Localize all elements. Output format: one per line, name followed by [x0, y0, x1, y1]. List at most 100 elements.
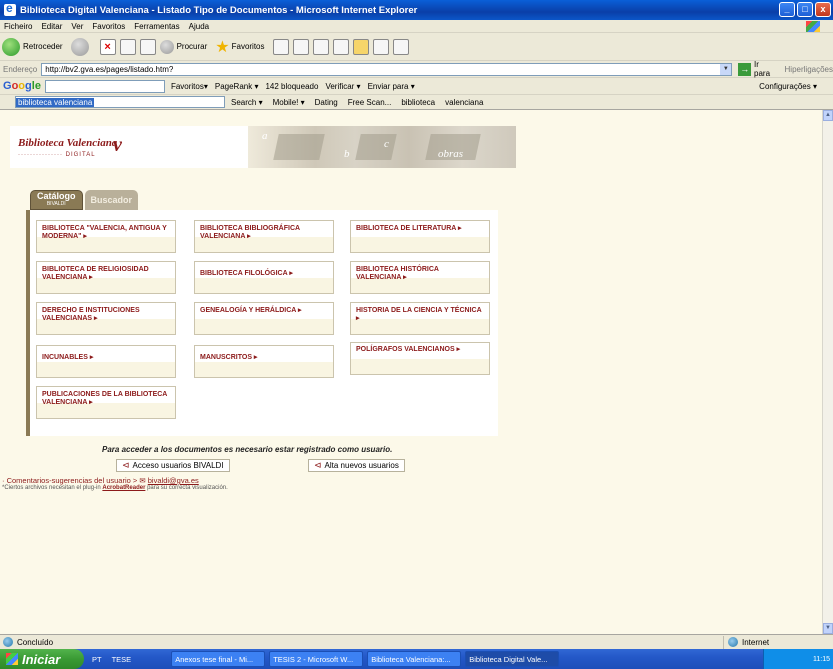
- category-incunables[interactable]: INCUNABLES: [36, 345, 176, 378]
- google-spellcheck[interactable]: Verificar ▾: [325, 82, 360, 91]
- toolbar-term-biblioteca[interactable]: biblioteca: [401, 98, 435, 107]
- category-publicaciones-biblioteca[interactable]: PUBLICACIONES DE LA BIBLIOTECA VALENCIAN…: [36, 386, 176, 419]
- task-biblioteca-digital[interactable]: Biblioteca Digital Vale...: [465, 651, 560, 667]
- status-bar: Concluído Internet: [0, 634, 833, 649]
- menu-tools[interactable]: Ferramentas: [134, 22, 179, 31]
- register-users-label: Alta nuevos usuarios: [324, 461, 399, 470]
- category-religiosidad-valenciana[interactable]: BIBLIOTECA DE RELIGIOSIDAD VALENCIANA: [36, 261, 176, 294]
- research-icon[interactable]: [392, 38, 409, 55]
- tab-search[interactable]: Buscador: [84, 190, 139, 210]
- google-toolbar: Google Favoritos▾ PageRank ▾ 142 bloquea…: [0, 78, 833, 95]
- toolbar-mobile[interactable]: Mobile! ▾: [273, 98, 305, 107]
- toolbar-term-valenciana[interactable]: valenciana: [445, 98, 483, 107]
- plugin-note: *Ciertos archivos necesitan el plug-in A…: [2, 485, 228, 491]
- address-dropdown-icon[interactable]: ▼: [720, 63, 732, 75]
- vertical-scrollbar[interactable]: ▲ ▼: [822, 110, 833, 634]
- minimize-button[interactable]: _: [779, 2, 795, 17]
- messenger-icon[interactable]: [372, 38, 389, 55]
- menu-view[interactable]: Ver: [71, 22, 83, 31]
- internet-globe-icon: [728, 637, 738, 647]
- category-panel: BIBLIOTECA "VALENCIA, ANTIGUA Y MODERNA"…: [26, 210, 498, 436]
- toolbar-search-text: biblioteca valenciana: [16, 97, 95, 107]
- access-users-button[interactable]: ⊲ Acceso usuarios BIVALDI: [116, 459, 230, 472]
- banner-letter-c: c: [384, 138, 389, 150]
- favorites-star-icon: ★: [215, 38, 230, 56]
- banner-shape: [355, 134, 397, 160]
- google-pagerank[interactable]: PageRank ▾: [215, 82, 259, 91]
- menu-help[interactable]: Ajuda: [189, 22, 209, 31]
- go-arrow-icon[interactable]: →: [738, 62, 752, 76]
- banner-shape: [273, 134, 325, 160]
- links-label[interactable]: Hiperligações: [785, 65, 833, 74]
- site-logo-subtitle: ··············· DIGITAL: [18, 152, 96, 158]
- category-historia-ciencia-tecnica[interactable]: HISTORIA DE LA CIENCIA Y TÉCNICA: [350, 302, 490, 335]
- start-button[interactable]: Iniciar: [0, 649, 84, 669]
- search-button[interactable]: Procurar: [159, 39, 207, 54]
- google-logo[interactable]: Google: [3, 80, 41, 92]
- quick-launch-pt[interactable]: PT: [92, 655, 102, 664]
- mail-icon: ✉: [139, 476, 146, 485]
- category-manuscritos[interactable]: MANUSCRITOS: [194, 345, 334, 378]
- print-icon[interactable]: [312, 38, 329, 55]
- site-logo-title[interactable]: Biblioteca Valenciana: [18, 137, 117, 149]
- task-anexos-tese[interactable]: Anexos tese final - Mi...: [171, 651, 266, 667]
- back-button[interactable]: Retroceder: [2, 37, 63, 56]
- category-historica-valenciana[interactable]: BIBLIOTECA HISTÓRICA VALENCIANA: [350, 261, 490, 294]
- start-label: Iniciar: [22, 651, 61, 667]
- quick-launch-tese[interactable]: TESE: [112, 655, 132, 664]
- scroll-up-icon[interactable]: ▲: [823, 110, 833, 121]
- comments-email-link[interactable]: bivaldi@gva.es: [148, 476, 199, 485]
- go-button[interactable]: Ir para: [754, 60, 777, 78]
- close-button[interactable]: x: [815, 2, 831, 17]
- menu-favorites[interactable]: Favoritos: [92, 22, 125, 31]
- clock[interactable]: 11:15: [813, 656, 830, 663]
- category-poligrafos-valencianos[interactable]: POLÍGRAFOS VALENCIANOS: [350, 342, 490, 375]
- folder-icon[interactable]: [352, 38, 369, 55]
- task-tesis-2[interactable]: TESIS 2 - Microsoft W...: [269, 651, 364, 667]
- site-logo-mark: v: [113, 134, 122, 156]
- search-icon: [159, 39, 174, 54]
- category-bibliografica-valenciana[interactable]: BIBLIOTECA BIBLIOGRÁFICA VALENCIANA: [194, 220, 334, 253]
- menu-edit[interactable]: Editar: [41, 22, 62, 31]
- google-send-to[interactable]: Enviar para ▾: [368, 82, 415, 91]
- menu-file[interactable]: Ficheiro: [4, 22, 32, 31]
- window-controls: _ □ x: [779, 2, 831, 17]
- favorites-button[interactable]: ★ Favoritos: [215, 37, 264, 57]
- category-derecho-instituciones[interactable]: DERECHO E INSTITUCIONES VALENCIANAS: [36, 302, 176, 335]
- google-settings[interactable]: Configurações ▾: [759, 82, 817, 91]
- google-search-input[interactable]: [44, 79, 165, 93]
- refresh-icon[interactable]: [119, 38, 136, 55]
- category-filologica[interactable]: BIBLIOTECA FILOLÓGICA: [194, 261, 334, 294]
- stop-icon[interactable]: ×: [99, 38, 116, 55]
- home-icon[interactable]: [139, 38, 156, 55]
- ie-icon: [4, 1, 16, 16]
- register-users-button[interactable]: ⊲ Alta nuevos usuarios: [308, 459, 405, 472]
- banner-word-obras: obras: [438, 148, 464, 160]
- forward-button[interactable]: [70, 37, 92, 56]
- search-toolbar: biblioteca valenciana Search ▾ Mobile! ▾…: [0, 95, 833, 110]
- toolbar-free-scan[interactable]: Free Scan...: [348, 98, 392, 107]
- toolbar-dating[interactable]: Dating: [315, 98, 338, 107]
- banner-letter-a: a: [262, 130, 268, 142]
- category-valencia-antigua-moderna[interactable]: BIBLIOTECA "VALENCIA, ANTIGUA Y MODERNA": [36, 220, 176, 253]
- task-biblioteca-valenciana[interactable]: Biblioteca Valenciana:...: [367, 651, 462, 667]
- toolbar-search-button[interactable]: Search ▾: [231, 98, 263, 107]
- category-genealogia-heraldica[interactable]: GENEALOGÍA Y HERÁLDICA: [194, 302, 334, 335]
- maximize-button[interactable]: □: [797, 2, 813, 17]
- address-url: http://bv2.gva.es/pages/listado.htm?: [45, 64, 174, 74]
- tab-catalog[interactable]: Catálogo BIVALDI: [30, 190, 83, 210]
- window-title-bar[interactable]: Biblioteca Digital Valenciana - Listado …: [0, 0, 833, 20]
- address-label: Endereço: [3, 64, 38, 74]
- plugin-note-suffix: para su correcta visualización.: [147, 485, 228, 491]
- back-label: Retroceder: [23, 42, 63, 51]
- mail-icon[interactable]: [292, 38, 309, 55]
- category-literatura[interactable]: BIBLIOTECA DE LITERATURA: [350, 220, 490, 253]
- toolbar-search-input[interactable]: biblioteca valenciana: [15, 96, 225, 108]
- edit-icon[interactable]: [332, 38, 349, 55]
- google-popup-blocked[interactable]: 142 bloqueado: [265, 82, 318, 91]
- address-input[interactable]: http://bv2.gva.es/pages/listado.htm? ▼: [41, 62, 733, 76]
- acrobat-reader-link[interactable]: AcrobatReader: [102, 485, 145, 491]
- history-icon[interactable]: [272, 38, 289, 55]
- google-favorites[interactable]: Favoritos▾: [171, 82, 208, 91]
- scroll-down-icon[interactable]: ▼: [823, 623, 833, 634]
